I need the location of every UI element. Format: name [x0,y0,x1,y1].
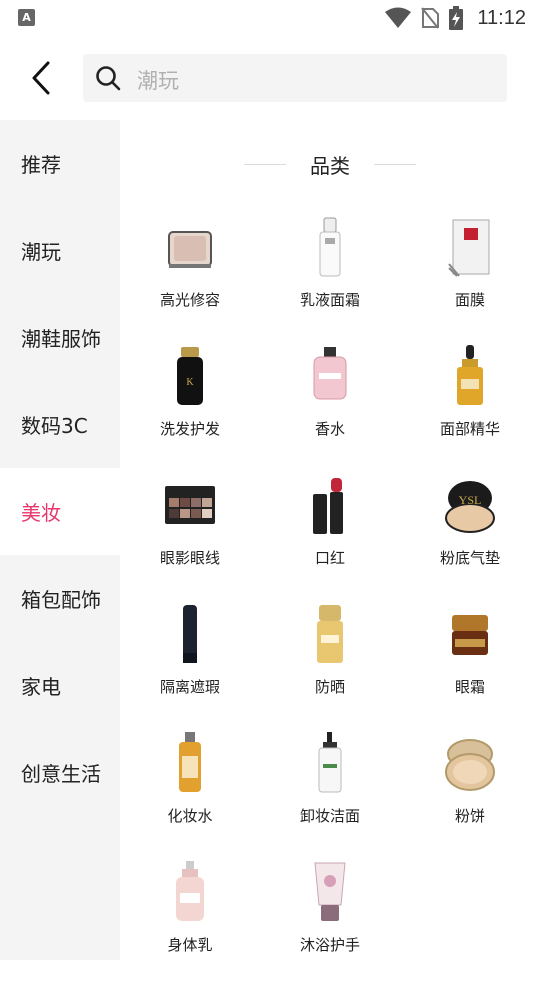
category-label: 面膜 [454,291,485,309]
category-item[interactable]: 眼影眼线 [120,466,260,595]
top-bar: 潮玩 [0,36,540,120]
category-label: 沐浴护手 [299,936,360,954]
wifi-icon [385,7,412,28]
cushion-compact-icon: YSL [437,472,503,538]
category-sidebar: 推荐 潮玩 潮鞋服饰 数码3C 美妆 箱包配饰 家电 创意生活 [0,120,120,960]
body-lotion-bottle-icon [157,859,223,925]
category-label: 乳液面霜 [299,291,360,309]
category-label: 眼霜 [454,678,485,696]
chevron-left-icon [32,61,50,95]
serum-dropper-icon [437,343,503,409]
svg-text:K: K [186,377,194,388]
search-input[interactable]: 潮玩 [83,54,507,102]
cleansing-oil-pump-icon [297,730,363,796]
status-bar: A 11:12 [0,0,540,36]
category-item[interactable]: 卸妆洁面 [260,724,400,853]
divider-line [374,163,416,165]
highlighter-compact-icon [157,214,223,280]
category-label: 隔离遮瑕 [159,678,220,696]
sidebar-item[interactable]: 数码3C [0,381,120,468]
category-item[interactable]: K 洗发护发 [120,337,260,466]
sidebar-item[interactable]: 美妆 [0,468,120,555]
shampoo-bottle-icon: K [157,343,223,409]
app-notification-icon: A [18,9,35,26]
search-placeholder: 潮玩 [137,69,179,93]
battery-charging-icon [449,6,464,30]
category-label: 粉底气垫 [439,549,500,567]
search-icon [96,66,121,91]
category-item[interactable]: 高光修容 [120,208,260,337]
category-label: 高光修容 [159,291,220,309]
category-item[interactable]: 面部精华 [400,337,540,466]
powder-compact-icon [437,730,503,796]
sidebar-item[interactable]: 推荐 [0,120,120,207]
lotion-bottle-icon [297,214,363,280]
section-title: 品类 [310,153,350,178]
status-icons: 11:12 [385,4,526,32]
category-label: 香水 [314,420,345,438]
sidebar-item[interactable]: 创意生活 [0,729,120,816]
category-item[interactable]: 粉饼 [400,724,540,853]
category-item[interactable]: 隔离遮瑕 [120,595,260,724]
category-label: 口红 [314,549,345,567]
back-button[interactable] [22,56,62,100]
category-label: 粉饼 [454,807,485,825]
sidebar-item[interactable]: 潮鞋服饰 [0,294,120,381]
category-content: 品类 高光修容 乳液面霜 面膜 K 洗发护发 香水 面部精华眼影眼线 口红 YSL 粉底气垫隔离遮… [120,120,540,960]
section-header: 品类 [120,150,540,178]
sunscreen-bottle-icon [297,601,363,667]
category-label: 身体乳 [167,936,213,954]
category-label: 洗发护发 [159,420,220,438]
category-grid: 高光修容 乳液面霜 面膜 K 洗发护发 香水 面部精华眼影眼线 口红 YSL 粉底气垫隔离遮瑕 防晒… [120,208,540,982]
category-item[interactable]: 口红 [260,466,400,595]
divider-line [244,163,286,165]
category-item[interactable]: 面膜 [400,208,540,337]
clock: 11:12 [477,6,526,29]
category-label: 面部精华 [439,420,500,438]
category-item[interactable]: YSL 粉底气垫 [400,466,540,595]
category-label: 防晒 [314,678,345,696]
primer-tube-icon [157,601,223,667]
category-item[interactable]: 防晒 [260,595,400,724]
category-item[interactable]: 身体乳 [120,853,260,982]
toner-bottle-icon [157,730,223,796]
no-sim-icon [421,7,440,29]
face-mask-pack-icon [437,214,503,280]
category-item[interactable]: 化妆水 [120,724,260,853]
eyeshadow-palette-icon [157,472,223,538]
category-item[interactable]: 香水 [260,337,400,466]
category-item[interactable]: 眼霜 [400,595,540,724]
sidebar-item[interactable]: 箱包配饰 [0,555,120,642]
eye-cream-jar-icon [437,601,503,667]
sidebar-item[interactable]: 家电 [0,642,120,729]
category-label: 眼影眼线 [159,549,220,567]
category-item[interactable]: 乳液面霜 [260,208,400,337]
hand-cream-tube-icon [297,859,363,925]
svg-text:YSL: YSL [459,493,482,507]
perfume-bottle-icon [297,343,363,409]
lipstick-icon [297,472,363,538]
sidebar-item[interactable]: 潮玩 [0,207,120,294]
category-label: 化妆水 [167,807,213,825]
category-item[interactable]: 沐浴护手 [260,853,400,982]
category-label: 卸妆洁面 [299,807,360,825]
